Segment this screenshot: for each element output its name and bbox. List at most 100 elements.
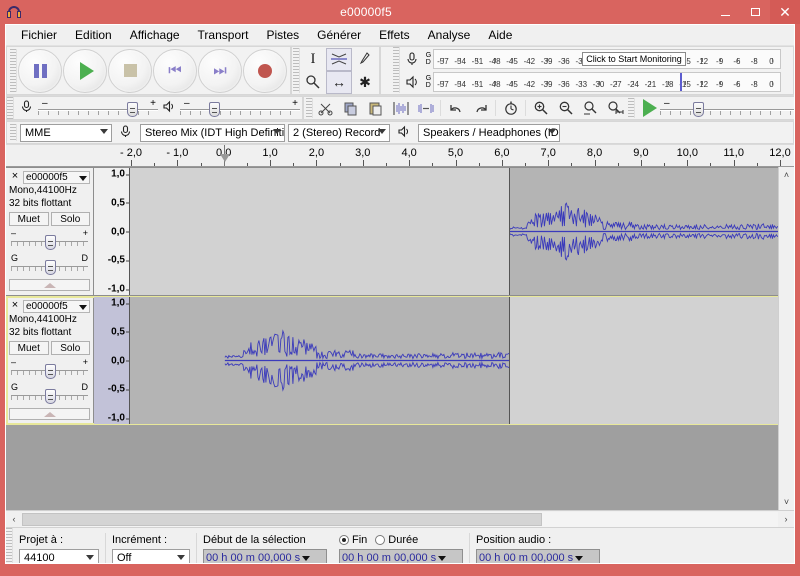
- track-gain-slider[interactable]: – +: [9, 357, 90, 380]
- track-waveform[interactable]: [130, 168, 794, 295]
- track-solo-button[interactable]: Solo: [50, 341, 90, 355]
- playhead-indicator[interactable]: [219, 145, 230, 166]
- scroll-up-button[interactable]: ˄: [779, 167, 794, 183]
- project-rate-select[interactable]: 44100: [19, 548, 99, 563]
- close-button[interactable]: ✕: [770, 0, 800, 24]
- selection-end-field[interactable]: 00 h 00 m 00,000 s: [339, 548, 463, 563]
- record-meter-grip[interactable]: [392, 47, 400, 70]
- snap-to-select[interactable]: Off: [112, 548, 190, 563]
- playback-device-select[interactable]: Speakers / Headphones (IDT H: [418, 123, 560, 142]
- zoom-in-button[interactable]: [528, 97, 553, 120]
- draw-tool[interactable]: [352, 48, 378, 71]
- selection-tool[interactable]: I: [300, 48, 326, 71]
- mixer-toolbar-grip[interactable]: [7, 97, 14, 119]
- track-pan-thumb[interactable]: [44, 389, 56, 404]
- end-radio[interactable]: Fin: [339, 534, 367, 546]
- timeshift-tool[interactable]: ↔: [326, 70, 352, 94]
- menu-affichage[interactable]: Affichage: [121, 26, 189, 44]
- menu-edition[interactable]: Edition: [66, 26, 121, 44]
- fit-selection-button[interactable]: [578, 97, 603, 120]
- cut-button[interactable]: [313, 97, 338, 120]
- track-name-menu[interactable]: e00000f5: [23, 299, 90, 313]
- track-gain-slider[interactable]: – +: [9, 228, 90, 251]
- skip-start-button[interactable]: ⏮: [153, 48, 197, 93]
- track-waveform[interactable]: [130, 297, 794, 424]
- stop-button[interactable]: [108, 48, 152, 93]
- redo-button[interactable]: [468, 97, 493, 120]
- play-meter-toolbar[interactable]: GD -57 -54 -51 -48 -45 -42 -39 -36 -33 -30 -27 -24-…: [392, 70, 782, 93]
- input-volume-slider[interactable]: – +: [38, 98, 158, 118]
- recording-device-select[interactable]: Stereo Mix (IDT High Definition: [140, 123, 285, 142]
- track-gain-thumb[interactable]: [44, 235, 56, 250]
- silence-button[interactable]: [413, 97, 438, 120]
- paste-button[interactable]: [363, 97, 388, 120]
- play-at-speed-button[interactable]: [635, 97, 660, 120]
- multi-tool[interactable]: ✱: [352, 71, 378, 94]
- maximize-button[interactable]: [740, 0, 770, 24]
- play-speed-slider[interactable]: – +: [660, 98, 794, 118]
- track-mute-button[interactable]: Muet: [9, 341, 49, 355]
- menu-aide[interactable]: Aide: [479, 26, 521, 44]
- output-volume-slider[interactable]: – +: [180, 98, 300, 118]
- pause-button[interactable]: [18, 48, 62, 93]
- audio-position-field[interactable]: 00 h 00 m 00,000 s: [476, 548, 600, 563]
- duration-radio[interactable]: Durée: [375, 534, 418, 546]
- play-speed-thumb[interactable]: [692, 102, 704, 117]
- track-pan-slider[interactable]: G D: [9, 253, 90, 276]
- track-pan-thumb[interactable]: [44, 260, 56, 275]
- track-collapse-button[interactable]: [9, 279, 90, 291]
- menu-transport[interactable]: Transport: [189, 26, 258, 44]
- scroll-down-button[interactable]: ˅: [779, 494, 794, 510]
- vertical-scrollbar[interactable]: ˄ ˅: [778, 167, 794, 510]
- minimize-button[interactable]: [710, 0, 740, 24]
- record-meter-toolbar[interactable]: GD -57-54-51-48-45-42-39-36-33-30-27-24-…: [392, 47, 782, 70]
- menu-analyse[interactable]: Analyse: [419, 26, 480, 44]
- zoom-out-button[interactable]: [553, 97, 578, 120]
- device-toolbar-grip[interactable]: [10, 124, 17, 141]
- track-name-menu[interactable]: e00000f5: [23, 170, 90, 184]
- edit-toolbar-grip[interactable]: [306, 98, 313, 118]
- input-volume-thumb[interactable]: [126, 102, 138, 117]
- play-meter-grip[interactable]: [392, 70, 400, 93]
- track-vertical-ruler[interactable]: 1,0 0,5 0,0 -0,5 -1,0: [94, 168, 130, 295]
- horizontal-scroll-thumb[interactable]: [22, 512, 542, 526]
- copy-button[interactable]: [338, 97, 363, 120]
- play-meter-bar[interactable]: -57 -54 -51 -48 -45 -42 -39 -36 -33 -30 -27 -24 -21-…: [433, 71, 782, 92]
- sync-lock-button[interactable]: [498, 97, 523, 120]
- selection-toolbar-grip[interactable]: [6, 528, 13, 563]
- horizontal-scrollbar[interactable]: ‹ ›: [6, 510, 794, 527]
- recording-channels-select[interactable]: 2 (Stereo) Record: [288, 123, 390, 142]
- menu-fichier[interactable]: Fichier: [12, 26, 66, 44]
- track-close-button[interactable]: ×: [9, 300, 21, 312]
- track-mute-button[interactable]: Muet: [9, 212, 49, 226]
- menu-pistes[interactable]: Pistes: [257, 26, 308, 44]
- track-close-button[interactable]: ×: [9, 171, 21, 183]
- menu-generer[interactable]: Générer: [308, 26, 370, 44]
- menu-effets[interactable]: Effets: [370, 26, 418, 44]
- track-collapse-button[interactable]: [9, 408, 90, 420]
- audio-host-select[interactable]: MME: [20, 123, 112, 142]
- tools-toolbar-grip[interactable]: [293, 48, 300, 93]
- track-gain-thumb[interactable]: [44, 364, 56, 379]
- record-meter-bar[interactable]: -57-54-51-48-45-42-39-36-33-30-27-24-21-…: [433, 48, 782, 69]
- play-button[interactable]: [63, 48, 107, 93]
- play-speed-toolbar-grip[interactable]: [628, 98, 635, 118]
- skip-end-button[interactable]: ⏭: [198, 48, 242, 93]
- envelope-tool[interactable]: [326, 47, 352, 71]
- fit-project-button[interactable]: [603, 97, 628, 120]
- zoom-tool[interactable]: [300, 71, 326, 94]
- output-volume-thumb[interactable]: [208, 102, 220, 117]
- track-vertical-ruler[interactable]: 1,0 0,5 0,0 -0,5 -1,0: [94, 297, 130, 424]
- undo-button[interactable]: [443, 97, 468, 120]
- selection-start-field[interactable]: 00 h 00 m 00,000 s: [203, 548, 327, 563]
- track-pan-slider[interactable]: G D: [9, 382, 90, 405]
- track-format-line1: Mono,44100Hz: [9, 314, 77, 325]
- scroll-right-button[interactable]: ›: [778, 514, 794, 524]
- record-button[interactable]: [243, 48, 287, 93]
- horizontal-scroll-track[interactable]: [22, 511, 778, 527]
- scroll-left-button[interactable]: ‹: [6, 514, 22, 524]
- timeline-ruler[interactable]: - 2,0- 1,00,01,02,03,04,05,06,07,08,09,0…: [6, 145, 794, 167]
- track-solo-button[interactable]: Solo: [50, 212, 90, 226]
- transport-toolbar-grip[interactable]: [10, 49, 17, 92]
- trim-button[interactable]: [388, 97, 413, 120]
